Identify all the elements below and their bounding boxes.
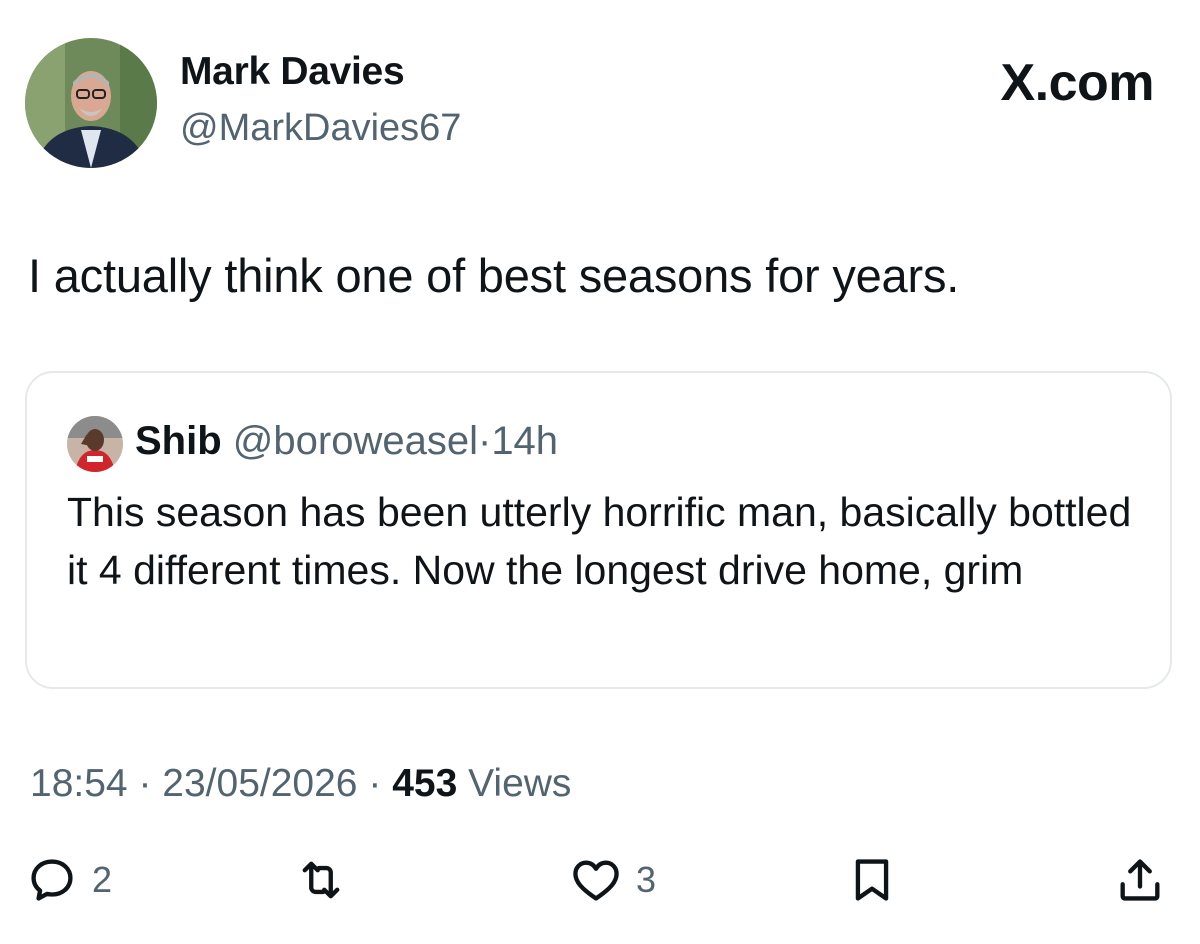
quoted-separator: ·: [477, 419, 492, 463]
author-avatar-image: [25, 38, 157, 168]
quoted-header: Shib @boroweasel·14h: [135, 419, 558, 464]
reply-icon: [31, 859, 73, 901]
bookmark-icon: [855, 859, 889, 901]
like-count: 3: [636, 859, 657, 900]
action-bar: 2 3: [0, 850, 1200, 910]
heart-icon: [573, 860, 619, 901]
retweet-button[interactable]: [295, 850, 347, 910]
reply-button[interactable]: 2: [26, 850, 112, 910]
views-count: 453: [392, 762, 458, 805]
reply-count: 2: [92, 859, 113, 900]
author-handle[interactable]: @MarkDavies67: [180, 107, 461, 150]
post-time[interactable]: 18:54: [30, 762, 128, 805]
bookmark-button[interactable]: [846, 850, 898, 910]
quoted-tweet-card[interactable]: Shib @boroweasel·14h This season has bee…: [25, 371, 1172, 689]
meta-separator: ·: [138, 762, 152, 805]
share-icon: [1120, 859, 1160, 901]
quoted-tweet-text: This season has been utterly horrific ma…: [67, 489, 1132, 593]
quoted-author-handle[interactable]: @boroweasel: [233, 419, 478, 463]
brand-logo: X.com: [1000, 54, 1154, 112]
post-date[interactable]: 23/05/2026: [162, 762, 357, 805]
tweet-meta: 18:54 · 23/05/2026 · 453 Views: [30, 762, 571, 806]
quoted-author-avatar[interactable]: [67, 416, 123, 472]
share-button[interactable]: [1114, 850, 1166, 910]
like-button[interactable]: 3: [570, 850, 656, 910]
views-label: Views: [468, 762, 572, 805]
author-avatar[interactable]: [25, 38, 157, 168]
quoted-author-name[interactable]: Shib: [135, 419, 222, 463]
quoted-avatar-image: [67, 416, 123, 472]
retweet-icon: [302, 861, 340, 899]
meta-separator: ·: [368, 762, 382, 805]
author-name[interactable]: Mark Davies: [180, 50, 405, 94]
quoted-timestamp[interactable]: 14h: [491, 419, 558, 463]
tweet-text: I actually think one of best seasons for…: [28, 249, 960, 302]
